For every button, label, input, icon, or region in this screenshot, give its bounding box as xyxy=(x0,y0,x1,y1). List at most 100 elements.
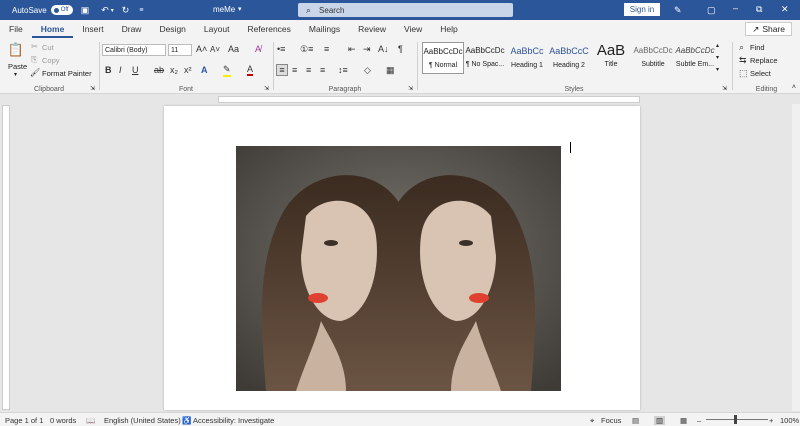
styles-scroll-down-icon[interactable]: ▾ xyxy=(716,54,719,61)
tab-view[interactable]: View xyxy=(395,20,431,38)
redo-icon[interactable]: ↻ xyxy=(122,5,130,16)
sign-in-button[interactable]: Sign in xyxy=(624,3,660,16)
ribbon-display-icon[interactable]: ▢ xyxy=(707,5,716,16)
multilevel-list-icon[interactable]: ≡ xyxy=(324,44,329,54)
show-marks-icon[interactable]: ¶ xyxy=(398,44,403,54)
focus-label[interactable]: Focus xyxy=(601,416,621,425)
print-layout-icon[interactable]: ▥ xyxy=(654,416,666,425)
tab-mailings[interactable]: Mailings xyxy=(300,20,349,38)
accessibility-icon[interactable]: ♿ xyxy=(182,416,191,425)
minimize-icon[interactable]: – xyxy=(733,3,738,13)
tab-home[interactable]: Home xyxy=(31,20,74,38)
bullets-icon[interactable]: •≡ xyxy=(277,44,285,54)
document-image[interactable] xyxy=(236,146,561,391)
decrease-indent-icon[interactable]: ⇤ xyxy=(348,44,356,55)
align-left-icon[interactable]: ≡ xyxy=(276,64,288,76)
page-count[interactable]: Page 1 of 1 xyxy=(5,416,43,425)
word-count[interactable]: 0 words xyxy=(50,416,76,425)
find-label[interactable]: Find xyxy=(750,43,765,52)
underline-icon[interactable]: U xyxy=(132,65,139,75)
font-name-select[interactable]: Calibri (Body) xyxy=(102,44,166,56)
dialog-launcher-icon[interactable]: ⇲ xyxy=(722,85,727,92)
sort-icon[interactable]: A↓ xyxy=(378,44,389,54)
grow-font-icon[interactable]: A˄ xyxy=(196,44,207,54)
save-icon[interactable]: ▣ xyxy=(81,5,90,16)
copy-icon[interactable]: ⎘ xyxy=(31,55,37,65)
share-button[interactable]: ↗ Share xyxy=(745,22,792,36)
tab-design[interactable]: Design xyxy=(150,20,194,38)
numbering-icon[interactable]: ①≡ xyxy=(300,44,313,55)
tab-review[interactable]: Review xyxy=(349,20,395,38)
style-normal[interactable]: AaBbCcDc ¶ Normal xyxy=(422,42,464,74)
collapse-ribbon-icon[interactable]: ˄ xyxy=(792,84,796,91)
replace-label[interactable]: Replace xyxy=(750,56,778,65)
chevron-down-icon[interactable]: ▾ xyxy=(111,7,114,14)
tab-help[interactable]: Help xyxy=(431,20,466,38)
text-effects-icon[interactable]: A xyxy=(201,65,208,75)
pen-icon[interactable]: ✎ xyxy=(674,5,682,16)
customize-toolbar-icon[interactable]: ≡ xyxy=(139,7,143,14)
proofing-icon[interactable]: 📖 xyxy=(86,416,95,425)
restore-icon[interactable]: ⧉ xyxy=(756,4,762,15)
vertical-ruler[interactable] xyxy=(2,105,10,410)
font-size-select[interactable]: 11 xyxy=(168,44,192,56)
style-subtitle[interactable]: AaBbCcDc Subtitle xyxy=(632,42,674,74)
dialog-launcher-icon[interactable]: ⇲ xyxy=(264,85,269,92)
zoom-out-icon[interactable]: – xyxy=(697,416,701,425)
find-icon[interactable]: ⌕ xyxy=(739,42,744,53)
replace-icon[interactable]: ⇆ xyxy=(739,55,747,66)
horizontal-ruler[interactable] xyxy=(0,95,800,104)
zoom-level[interactable]: 100% xyxy=(780,416,799,425)
zoom-in-icon[interactable]: + xyxy=(769,416,773,425)
format-painter-label[interactable]: Format Painter xyxy=(42,69,92,78)
style-subtle-em[interactable]: AaBbCcDc Subtle Em... xyxy=(674,42,716,74)
increase-indent-icon[interactable]: ⇥ xyxy=(363,44,371,55)
tab-layout[interactable]: Layout xyxy=(195,20,239,38)
zoom-slider-thumb[interactable] xyxy=(734,415,737,424)
read-mode-icon[interactable]: ▤ xyxy=(632,416,639,425)
styles-more-icon[interactable]: ▾ xyxy=(716,66,719,73)
close-icon[interactable]: ✕ xyxy=(781,4,789,15)
align-center-icon[interactable]: ≡ xyxy=(292,65,297,75)
search-box[interactable]: ⌕ Search xyxy=(298,3,513,17)
focus-icon[interactable]: ⌖ xyxy=(590,416,594,426)
align-right-icon[interactable]: ≡ xyxy=(306,65,311,75)
cut-label[interactable]: Cut xyxy=(42,43,54,52)
autosave-toggle[interactable]: Off xyxy=(50,5,73,15)
language[interactable]: English (United States) xyxy=(104,416,181,425)
tab-references[interactable]: References xyxy=(238,20,299,38)
shrink-font-icon[interactable]: A˅ xyxy=(210,45,220,54)
justify-icon[interactable]: ≡ xyxy=(320,65,325,75)
paste-label[interactable]: Paste xyxy=(8,62,27,71)
dialog-launcher-icon[interactable]: ⇲ xyxy=(90,85,95,92)
clear-formatting-icon[interactable]: A̸ xyxy=(255,44,261,54)
web-layout-icon[interactable]: ▦ xyxy=(680,416,687,425)
tab-draw[interactable]: Draw xyxy=(113,20,151,38)
subscript-icon[interactable]: x₂ xyxy=(170,65,178,75)
format-painter-icon[interactable]: 🖌 xyxy=(30,68,40,77)
document-title[interactable]: meMe xyxy=(213,5,235,14)
superscript-icon[interactable]: x² xyxy=(184,65,192,75)
italic-icon[interactable]: I xyxy=(119,65,122,75)
bold-icon[interactable]: B xyxy=(105,65,112,75)
tab-insert[interactable]: Insert xyxy=(73,20,112,38)
select-label[interactable]: Select xyxy=(750,69,771,78)
change-case-icon[interactable]: Aa xyxy=(228,44,239,54)
dialog-launcher-icon[interactable]: ⇲ xyxy=(408,85,413,92)
highlight-icon[interactable]: ✎ xyxy=(223,64,231,77)
vertical-scrollbar[interactable] xyxy=(792,104,800,411)
borders-icon[interactable]: ▦ xyxy=(386,65,395,76)
paste-icon[interactable]: 📋 xyxy=(8,42,24,58)
tab-file[interactable]: File xyxy=(0,20,32,38)
style-no-spac[interactable]: AaBbCcDc ¶ No Spac... xyxy=(464,42,506,74)
chevron-down-icon[interactable]: ▾ xyxy=(238,5,242,13)
strikethrough-icon[interactable]: ab xyxy=(154,65,164,75)
style-heading-2[interactable]: AaBbCcC Heading 2 xyxy=(548,42,590,74)
font-color-icon[interactable]: A xyxy=(247,64,254,76)
shading-icon[interactable]: ◇ xyxy=(364,65,371,76)
copy-label[interactable]: Copy xyxy=(42,56,60,65)
select-icon[interactable]: ⬚ xyxy=(739,68,748,79)
chevron-down-icon[interactable]: ▾ xyxy=(14,71,17,78)
style-heading-1[interactable]: AaBbCc Heading 1 xyxy=(506,42,548,74)
line-spacing-icon[interactable]: ↕≡ xyxy=(338,65,348,75)
